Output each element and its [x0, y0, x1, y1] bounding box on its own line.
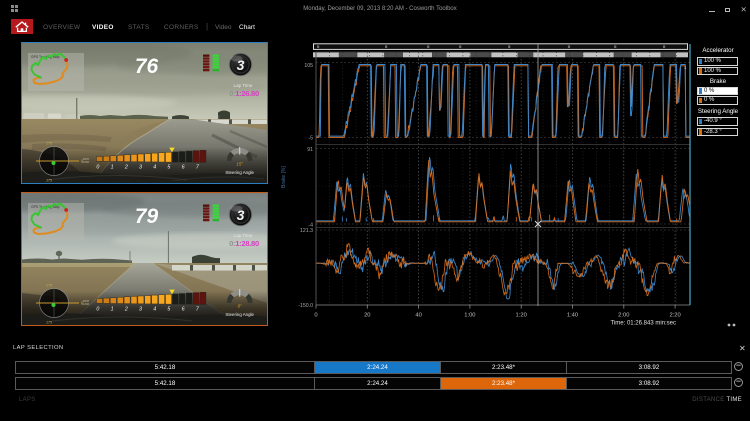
svg-text:6: 6	[182, 307, 185, 313]
svg-text:121.3: 121.3	[300, 228, 313, 234]
svg-text:Lap Time: Lap Time	[234, 233, 253, 238]
svg-text:105: 105	[304, 63, 313, 69]
svg-text:40: 40	[415, 313, 421, 319]
svg-text:4: 4	[153, 165, 156, 171]
svg-text:Brake [%]: Brake [%]	[281, 166, 287, 188]
svg-text:x1000: x1000	[80, 160, 89, 164]
svg-text:-5: -5	[308, 136, 313, 142]
svg-text:0: 0	[96, 165, 99, 171]
svg-text:2: 2	[124, 307, 128, 313]
svg-text:1:00: 1:00	[464, 313, 475, 319]
svg-text:2: 2	[124, 165, 128, 171]
svg-text:1: 1	[684, 65, 687, 70]
svg-text:15°: 15°	[236, 162, 243, 167]
svg-text:5: 5	[167, 165, 170, 171]
svg-text:x1000: x1000	[80, 302, 89, 306]
svg-text:1: 1	[111, 307, 114, 313]
svg-text:2:00: 2:00	[618, 313, 629, 319]
svg-text:Steering Angle: Steering Angle	[225, 312, 254, 317]
svg-text:Lap Time: Lap Time	[234, 83, 253, 88]
svg-text:3: 3	[237, 207, 245, 223]
svg-text:20: 20	[364, 313, 370, 319]
svg-text:4: 4	[153, 307, 156, 313]
svg-text:-150.0: -150.0	[298, 303, 313, 309]
svg-text:3: 3	[139, 307, 142, 313]
svg-text:175: 175	[46, 284, 52, 288]
svg-text:79: 79	[135, 205, 159, 228]
svg-text:0:1:28.80: 0:1:28.80	[229, 239, 259, 248]
svg-text:175: 175	[46, 321, 52, 325]
svg-text:3: 3	[237, 57, 245, 73]
svg-text:1:20: 1:20	[516, 313, 527, 319]
svg-text:0: 0	[314, 313, 317, 319]
svg-text:5: 5	[167, 307, 170, 313]
svg-text:1:40: 1:40	[567, 313, 578, 319]
svg-text:0:1:26.80: 0:1:26.80	[229, 89, 259, 98]
svg-text:1: 1	[111, 165, 114, 171]
svg-text:6: 6	[182, 165, 185, 171]
svg-text:2:20: 2:20	[669, 313, 680, 319]
svg-text:175: 175	[46, 179, 52, 183]
svg-text:76: 76	[135, 55, 159, 78]
svg-text:3: 3	[139, 165, 142, 171]
svg-text:Steering Angle: Steering Angle	[225, 170, 254, 175]
svg-text:Time: 01:26.843 min:sec: Time: 01:26.843 min:sec	[611, 321, 676, 327]
svg-text:0: 0	[96, 307, 99, 313]
svg-text:175: 175	[46, 142, 52, 146]
svg-text:91: 91	[307, 147, 313, 153]
svg-text:0°: 0°	[238, 304, 242, 309]
